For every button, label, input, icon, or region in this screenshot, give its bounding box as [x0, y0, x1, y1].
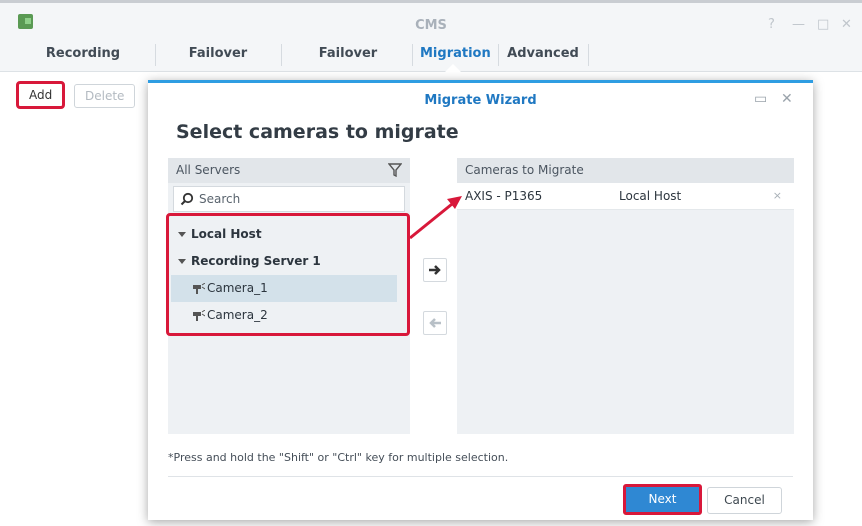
search-input[interactable]: Search	[173, 186, 405, 212]
tab-failover-setting[interactable]: Failover Setting	[290, 38, 406, 93]
footer-divider	[168, 476, 793, 477]
panel-header: Cameras to Migrate	[457, 158, 794, 183]
help-icon[interactable]: ?	[768, 17, 775, 32]
panel-header: All Servers	[168, 158, 410, 183]
tab-advanced[interactable]: Advanced	[506, 38, 580, 72]
app-title-bar: CMS ? — □ ✕	[0, 0, 862, 38]
arrow-left-icon	[429, 318, 441, 328]
active-tab-indicator	[445, 64, 461, 72]
cameras-to-migrate-panel: Cameras to Migrate AXIS - P1365 Local Ho…	[457, 158, 794, 434]
add-button[interactable]: Add	[16, 81, 66, 109]
tab-recording-server[interactable]: Recording Server	[20, 38, 146, 93]
tab-divider	[588, 44, 589, 66]
remove-icon[interactable]: ×	[773, 189, 782, 202]
tab-divider	[155, 44, 156, 66]
camera-name: AXIS - P1365	[465, 189, 543, 203]
tree-selection-highlight	[166, 213, 410, 336]
filter-icon[interactable]	[388, 163, 402, 177]
cancel-button[interactable]: Cancel	[707, 487, 782, 514]
remove-from-migrate-button[interactable]	[423, 311, 447, 335]
list-item[interactable]: AXIS - P1365 Local Host ×	[457, 183, 794, 210]
search-placeholder: Search	[199, 192, 241, 206]
arrow-right-icon	[429, 265, 441, 275]
search-icon	[180, 192, 194, 206]
tab-divider	[412, 44, 413, 66]
close-icon[interactable]: ✕	[841, 17, 852, 32]
close-icon[interactable]: ✕	[781, 91, 793, 107]
maximize-icon[interactable]: □	[817, 17, 829, 32]
selection-hint: *Press and hold the "Shift" or "Ctrl" ke…	[168, 451, 509, 464]
tab-divider	[281, 44, 282, 66]
tab-failover-server[interactable]: Failover Server	[164, 38, 272, 93]
next-button[interactable]: Next	[623, 484, 702, 515]
delete-button[interactable]: Delete	[74, 84, 136, 108]
dialog-heading: Select cameras to migrate	[176, 121, 459, 143]
camera-host: Local Host	[619, 189, 682, 203]
dialog-title: Migrate Wizard	[424, 93, 537, 108]
add-to-migrate-button[interactable]	[423, 258, 447, 282]
minimize-icon[interactable]: —	[792, 17, 805, 32]
tab-divider	[498, 44, 499, 66]
maximize-icon[interactable]: ▭	[754, 91, 767, 107]
panel-header-label: All Servers	[176, 163, 241, 177]
main-tabs: Recording Server Failover Server Failove…	[0, 38, 862, 93]
app-title: CMS	[415, 18, 447, 33]
